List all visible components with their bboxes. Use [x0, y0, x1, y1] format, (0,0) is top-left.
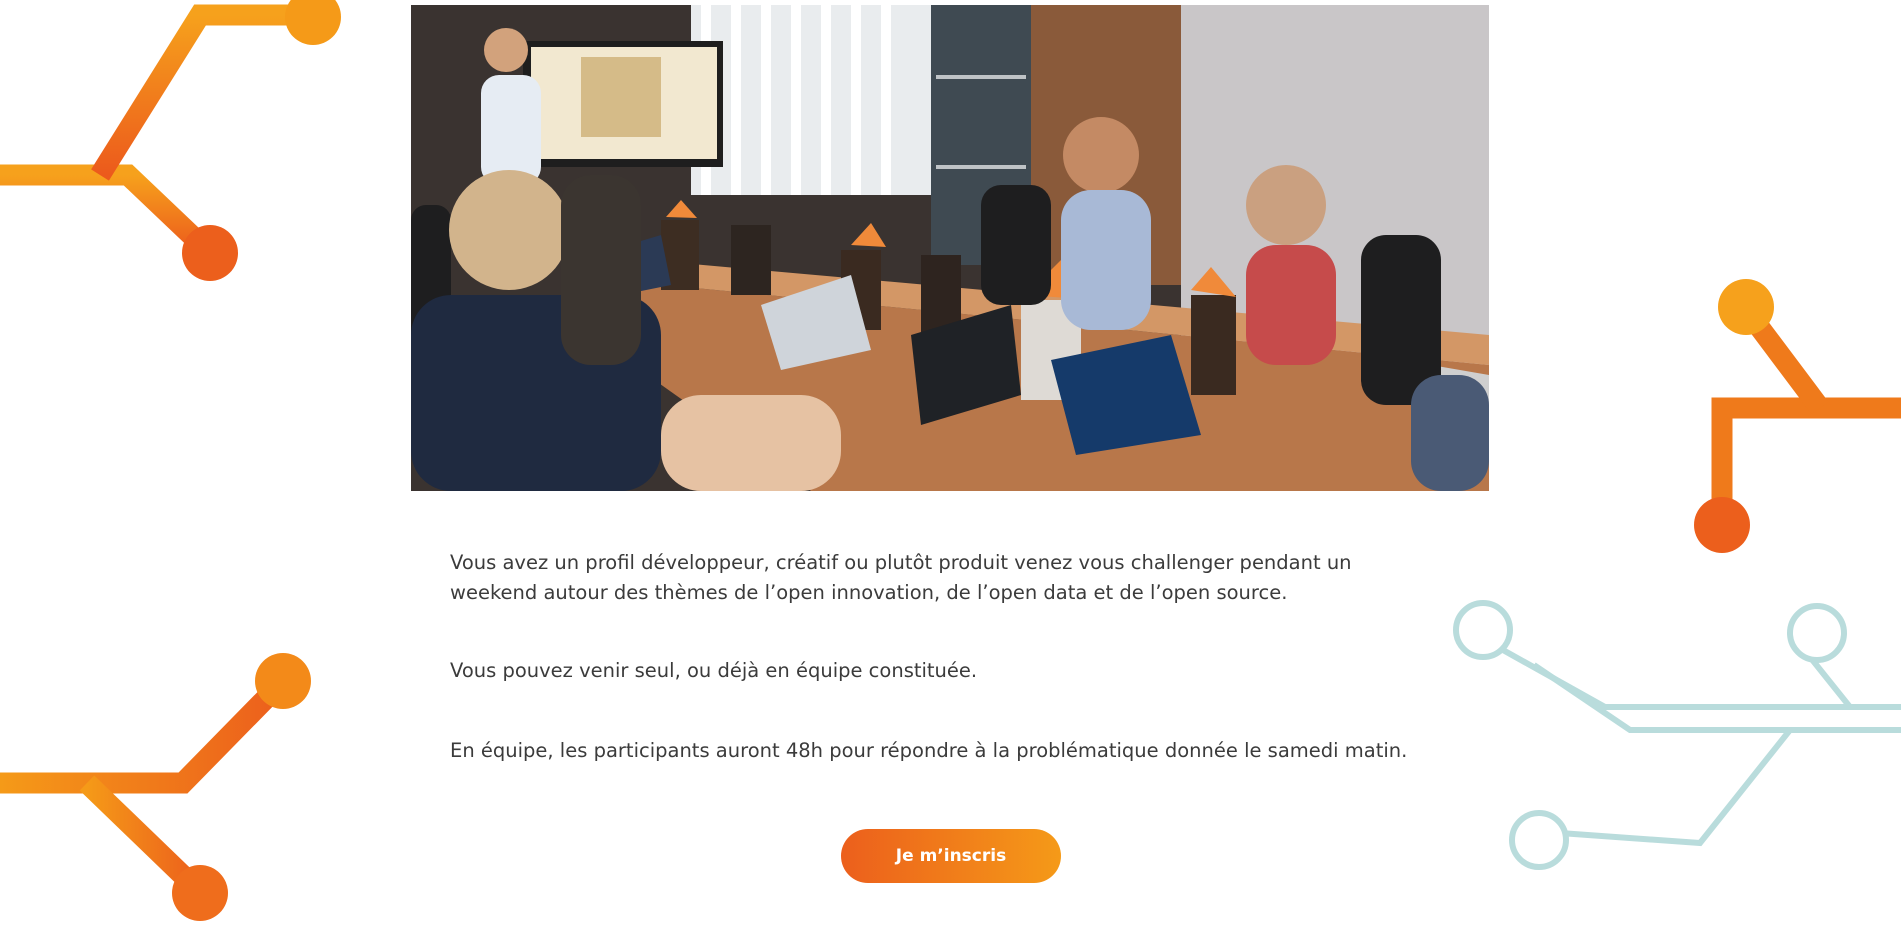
intro-text: Vous avez un profil développeur, créatif… — [450, 548, 1450, 766]
register-button[interactable]: Je m’inscris — [841, 829, 1061, 883]
page: Vous avez un profil développeur, créatif… — [0, 0, 1901, 925]
circuit-top-left — [0, 4, 310, 261]
intro-paragraph-2: Vous pouvez venir seul, ou déjà en équip… — [450, 659, 978, 682]
intro-paragraph-3: En équipe, les participants auront 48h p… — [450, 739, 1408, 762]
circuit-teal-right — [1501, 630, 1901, 847]
circuit-right — [1711, 301, 1901, 520]
meeting-photo-illustration — [411, 5, 1489, 491]
hero-meeting-photo — [411, 5, 1489, 491]
circuit-bottom-left — [0, 674, 290, 900]
intro-paragraph-1: Vous avez un profil développeur, créatif… — [450, 551, 1352, 604]
